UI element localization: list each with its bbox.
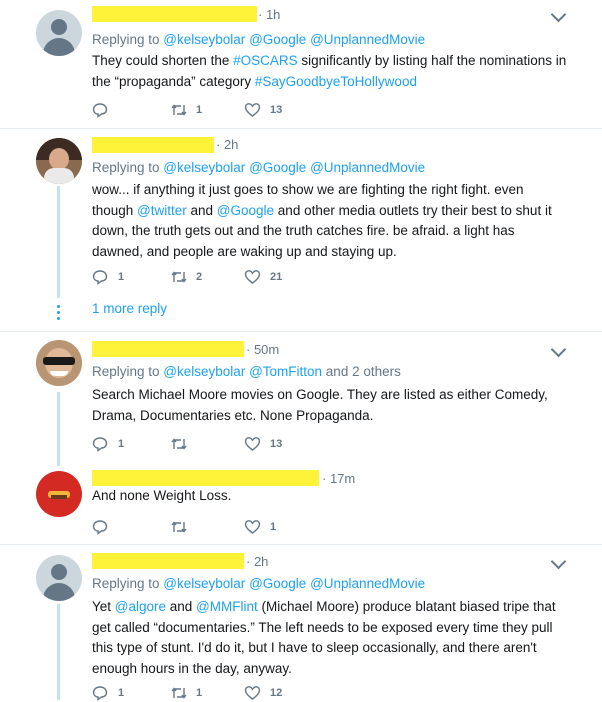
replying-to: Replying to @kelseybolar @TomFitton and …: [92, 364, 401, 379]
heart-icon: [244, 686, 261, 700]
tweet-text: And none Weight Loss.: [92, 488, 232, 503]
hashtag-link[interactable]: #SayGoodbyeToHollywood: [255, 74, 417, 89]
reply-icon: [92, 103, 108, 118]
mention-link[interactable]: @kelseybolar: [163, 364, 245, 379]
tweet-timestamp[interactable]: · 1h: [258, 7, 280, 22]
retweet-icon: [171, 271, 187, 283]
redacted-username: [92, 470, 319, 486]
avatar[interactable]: [36, 10, 82, 56]
mention-link[interactable]: @kelseybolar: [163, 576, 245, 591]
heart-icon: [244, 270, 261, 284]
tweet-5[interactable]: · 2h Replying to @kelseybolar @Google @U…: [0, 545, 602, 701]
redacted-username: [92, 137, 214, 153]
retweet-icon: [171, 521, 187, 533]
mention-link[interactable]: @MMFlint: [196, 599, 258, 614]
reply-icon: [92, 270, 108, 285]
replying-to: Replying to @kelseybolar @Google @Unplan…: [92, 160, 426, 175]
chevron-down-icon[interactable]: [550, 6, 567, 23]
avatar[interactable]: [36, 340, 82, 386]
tweet-text: Yet @algore and @MMFlint (Michael Moore)…: [92, 599, 556, 676]
reply-icon: [92, 520, 108, 535]
heart-icon: [244, 437, 261, 451]
tweet-text: They could shorten the #OSCARS significa…: [92, 53, 567, 89]
mention-link[interactable]: @Google: [217, 203, 274, 218]
tweet-3[interactable]: · 50m Replying to @kelseybolar @TomFitto…: [0, 332, 602, 462]
mention-link[interactable]: @twitter: [137, 203, 187, 218]
tweet-timestamp[interactable]: · 17m: [322, 471, 355, 486]
replying-to: Replying to @kelseybolar @Google @Unplan…: [92, 32, 426, 47]
chevron-down-icon[interactable]: [550, 341, 567, 358]
avatar[interactable]: [36, 138, 82, 184]
retweet-icon: [171, 104, 187, 116]
mention-link[interactable]: @UnplannedMovie: [310, 576, 425, 591]
mention-link[interactable]: @kelseybolar: [163, 160, 245, 175]
mention-link[interactable]: @UnplannedMovie: [310, 160, 425, 175]
mention-link[interactable]: @UnplannedMovie: [310, 32, 425, 47]
mention-link[interactable]: @Google: [249, 160, 306, 175]
heart-icon: [244, 520, 261, 534]
tweet-text: wow... if anything it just goes to show …: [92, 182, 552, 259]
show-more-replies-link[interactable]: 1 more reply: [92, 301, 167, 316]
avatar[interactable]: [36, 471, 82, 517]
redacted-username: [92, 341, 244, 357]
mention-link[interactable]: @Google: [249, 576, 306, 591]
redacted-username: [92, 553, 244, 569]
tweet-timestamp[interactable]: · 50m: [246, 342, 279, 357]
heart-icon: [244, 103, 261, 117]
mention-link[interactable]: @algore: [115, 599, 166, 614]
tweet-text: Search Michael Moore movies on Google. T…: [92, 387, 548, 423]
avatar[interactable]: [36, 555, 82, 601]
reply-icon: [92, 686, 108, 701]
replying-to: Replying to @kelseybolar @Google @Unplan…: [92, 576, 426, 591]
tweet-timestamp[interactable]: · 2h: [216, 137, 238, 152]
thread-more-dots: [57, 305, 60, 323]
chevron-down-icon[interactable]: [550, 553, 567, 570]
mention-link[interactable]: @TomFitton: [249, 364, 322, 379]
reply-icon: [92, 437, 108, 452]
hashtag-link[interactable]: #OSCARS: [233, 53, 298, 68]
redacted-username: [92, 6, 257, 22]
tweet-timestamp[interactable]: · 2h: [246, 554, 268, 569]
mention-link[interactable]: @Google: [249, 32, 306, 47]
mention-link[interactable]: @kelseybolar: [163, 32, 245, 47]
retweet-icon: [171, 438, 187, 450]
tweet-1[interactable]: · 1h Replying to @kelseybolar @Google @U…: [0, 0, 602, 128]
tweet-2[interactable]: · 2h Replying to @kelseybolar @Google @U…: [0, 129, 602, 331]
retweet-icon: [171, 687, 187, 699]
tweet-4[interactable]: · 17m And none Weight Loss. 1: [0, 462, 602, 544]
